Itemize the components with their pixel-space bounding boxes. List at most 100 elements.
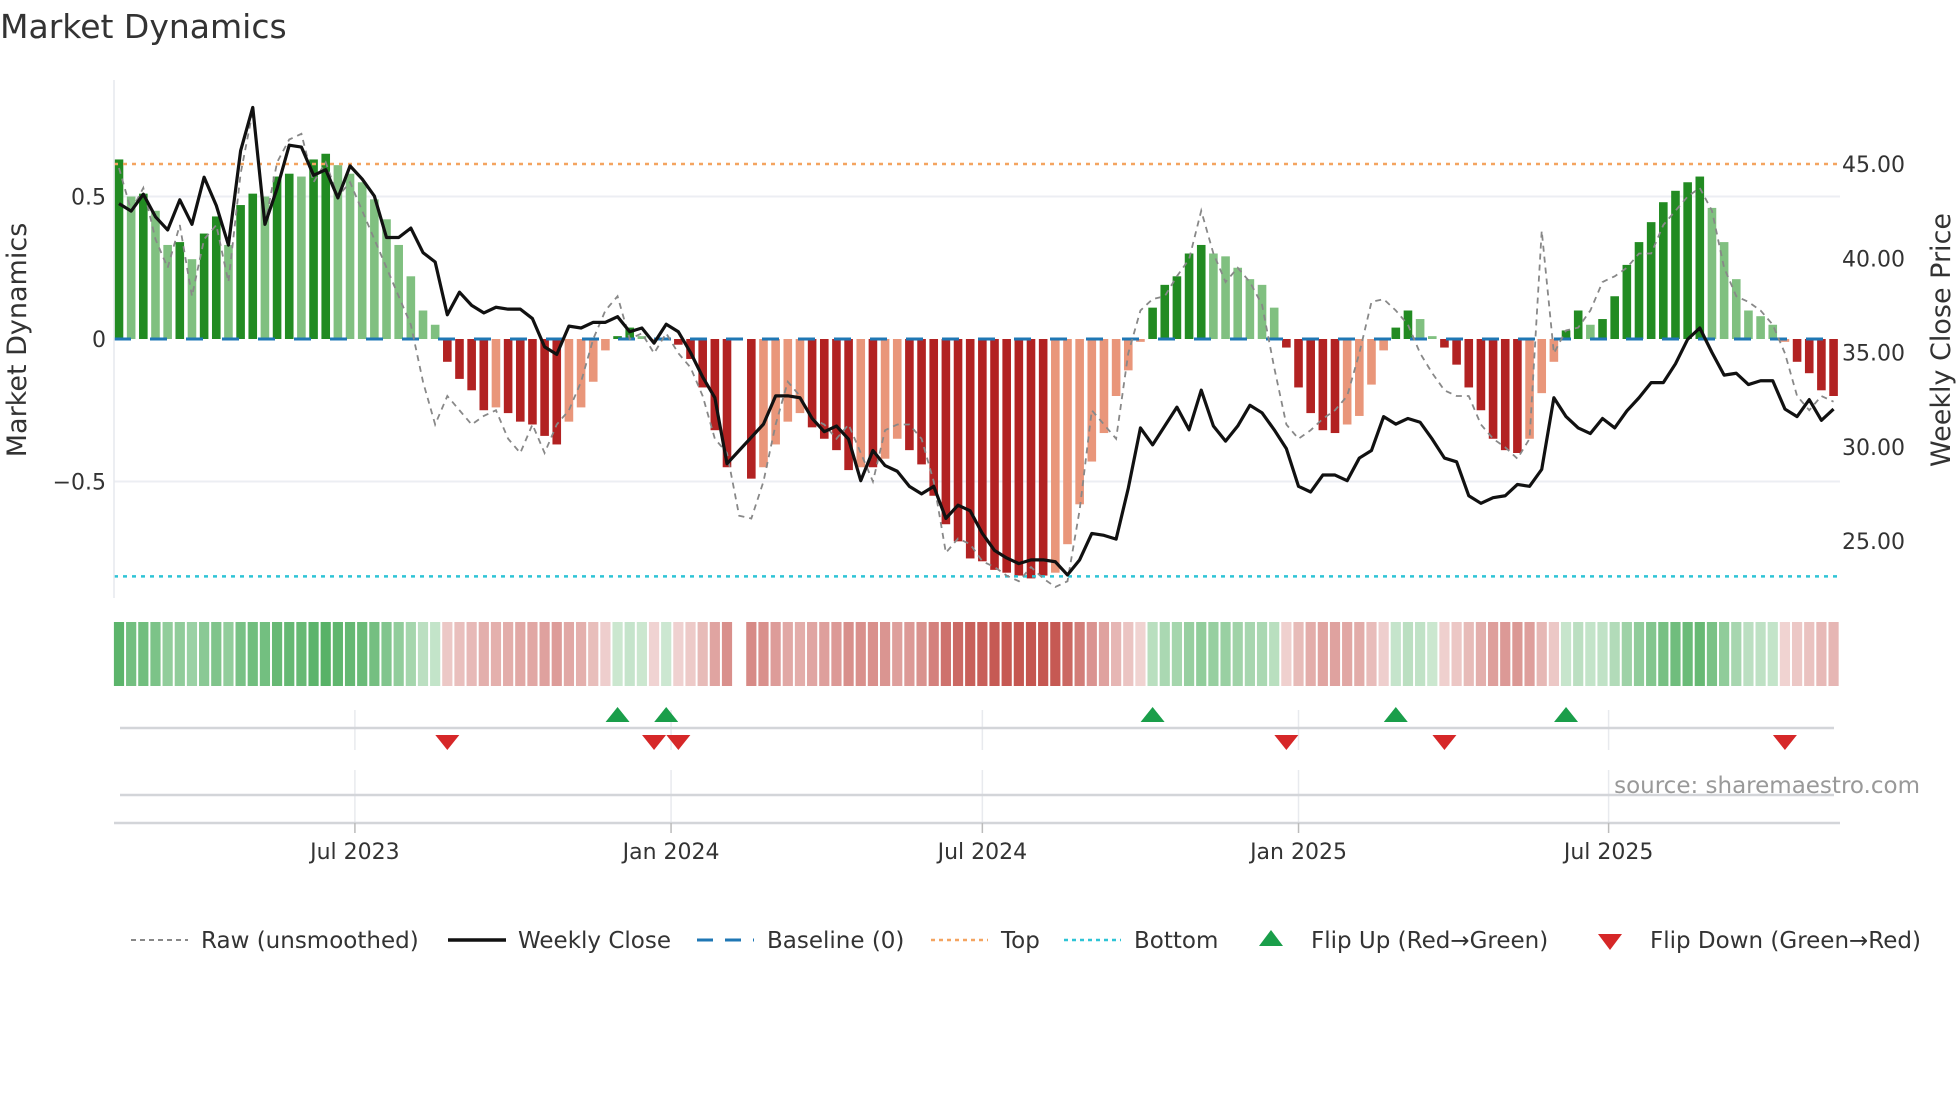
strip-cell: [1159, 622, 1170, 686]
strip-cell: [855, 622, 866, 686]
strip-cell: [1038, 622, 1049, 686]
strip-cell: [1329, 622, 1341, 686]
momentum-bar: [588, 339, 598, 382]
y2-axis-label: Weekly Close Price: [1926, 213, 1957, 467]
momentum-bar: [1051, 339, 1060, 573]
momentum-bar: [1586, 324, 1595, 339]
strip-cell: [916, 622, 927, 686]
strip-cell: [1183, 622, 1195, 686]
strip-cell: [357, 622, 368, 686]
strip-cell: [1585, 622, 1596, 686]
strip-cell: [162, 622, 173, 686]
momentum-bar: [126, 196, 136, 339]
y2-tick-label: 35.00: [1842, 342, 1905, 367]
strip-cell: [661, 622, 672, 686]
strip-cell: [478, 622, 489, 686]
legend-baseline-label: Baseline (0): [767, 928, 904, 954]
strip-cell: [1001, 622, 1012, 686]
momentum-bar: [467, 339, 476, 391]
strip-cell: [344, 622, 356, 686]
strip-cell: [1098, 622, 1110, 686]
momentum-bar: [1306, 339, 1315, 414]
momentum-bar: [1038, 339, 1048, 576]
strip-cell: [442, 622, 453, 686]
momentum-bar: [1367, 339, 1376, 385]
strip-cell: [1269, 622, 1280, 686]
legend-flip-up-icon: [1259, 930, 1283, 946]
momentum-bar: [1403, 310, 1413, 339]
momentum-bar: [1269, 307, 1279, 339]
strip-cell: [1232, 622, 1243, 686]
chart-title: Market Dynamics: [0, 7, 287, 46]
momentum-bar: [321, 153, 331, 339]
momentum-bar: [1731, 279, 1741, 339]
strip-cell: [612, 622, 623, 686]
strip-cell: [758, 622, 769, 686]
momentum-bar: [1646, 222, 1656, 339]
momentum-bar: [1804, 339, 1814, 374]
strip-cell: [405, 622, 416, 686]
y2-tick-label: 25.00: [1842, 530, 1905, 555]
momentum-bar: [905, 339, 914, 451]
strip-cell: [223, 622, 234, 686]
momentum-bar: [1598, 319, 1607, 339]
strip-cell: [1415, 622, 1426, 686]
momentum-bar: [917, 339, 926, 465]
strip-cell: [1743, 622, 1754, 686]
strip-cell: [551, 622, 562, 686]
strip-cell: [271, 622, 283, 686]
strip-cell: [1779, 622, 1791, 686]
source-text: source: sharemaestro.com: [1614, 773, 1920, 799]
momentum-bar: [1330, 339, 1340, 434]
strip-cell: [746, 622, 757, 686]
momentum-bar: [1099, 339, 1109, 434]
strip-cell: [1135, 622, 1146, 686]
strip-cell: [332, 622, 343, 686]
strip-cell: [1208, 622, 1219, 686]
strip-cell: [1475, 622, 1487, 686]
momentum-bar: [515, 339, 525, 422]
y2-tick-label: 30.00: [1842, 436, 1905, 461]
market-dynamics-chart: Market Dynamics 45.00 40.00 35.00 30.00 25.0…: [0, 7, 1957, 954]
weekly-close-line: [118, 105, 1835, 577]
strip-cell: [1147, 622, 1158, 686]
strip-cell: [369, 622, 380, 686]
strip-cell: [1244, 622, 1255, 686]
momentum-bar: [1391, 327, 1401, 339]
strip-cell: [393, 622, 404, 686]
strip-cell: [247, 622, 258, 686]
strip-cell: [1354, 622, 1365, 686]
strip-cell: [174, 622, 185, 686]
momentum-bar: [187, 259, 197, 339]
momentum-bar: [1148, 307, 1157, 339]
strip-cell: [1767, 622, 1778, 686]
momentum-bar: [430, 324, 440, 339]
legend-flip-down-icon: [1598, 934, 1622, 950]
strip-cell: [490, 622, 502, 686]
momentum-bar: [990, 339, 999, 570]
y2-tick-label: 40.00: [1842, 247, 1905, 272]
momentum-bar: [1513, 339, 1522, 453]
momentum-bar: [1695, 176, 1705, 339]
momentum-bar: [540, 339, 549, 436]
strip-cell: [1451, 622, 1462, 686]
x-tick-label: Jul 2024: [936, 840, 1028, 865]
momentum-bar: [418, 310, 428, 339]
strip-cell: [320, 622, 331, 686]
strip-cell: [1123, 622, 1134, 686]
momentum-bar: [1282, 339, 1291, 348]
momentum-bar: [1683, 182, 1692, 339]
momentum-bar: [965, 339, 975, 559]
momentum-bar: [1829, 339, 1838, 396]
strip-cell: [199, 622, 210, 686]
strip-cell: [1256, 622, 1268, 686]
momentum-bar: [941, 339, 951, 525]
x-tick-label: Jan 2024: [621, 840, 720, 865]
momentum-bar: [1452, 339, 1461, 365]
y-tick-label: 0.5: [71, 186, 106, 211]
momentum-bar: [236, 205, 245, 339]
series-lines: [118, 105, 1835, 588]
momentum-bar: [1573, 310, 1583, 339]
momentum-bar: [1087, 339, 1097, 462]
y-axis-label: Market Dynamics: [2, 223, 33, 458]
